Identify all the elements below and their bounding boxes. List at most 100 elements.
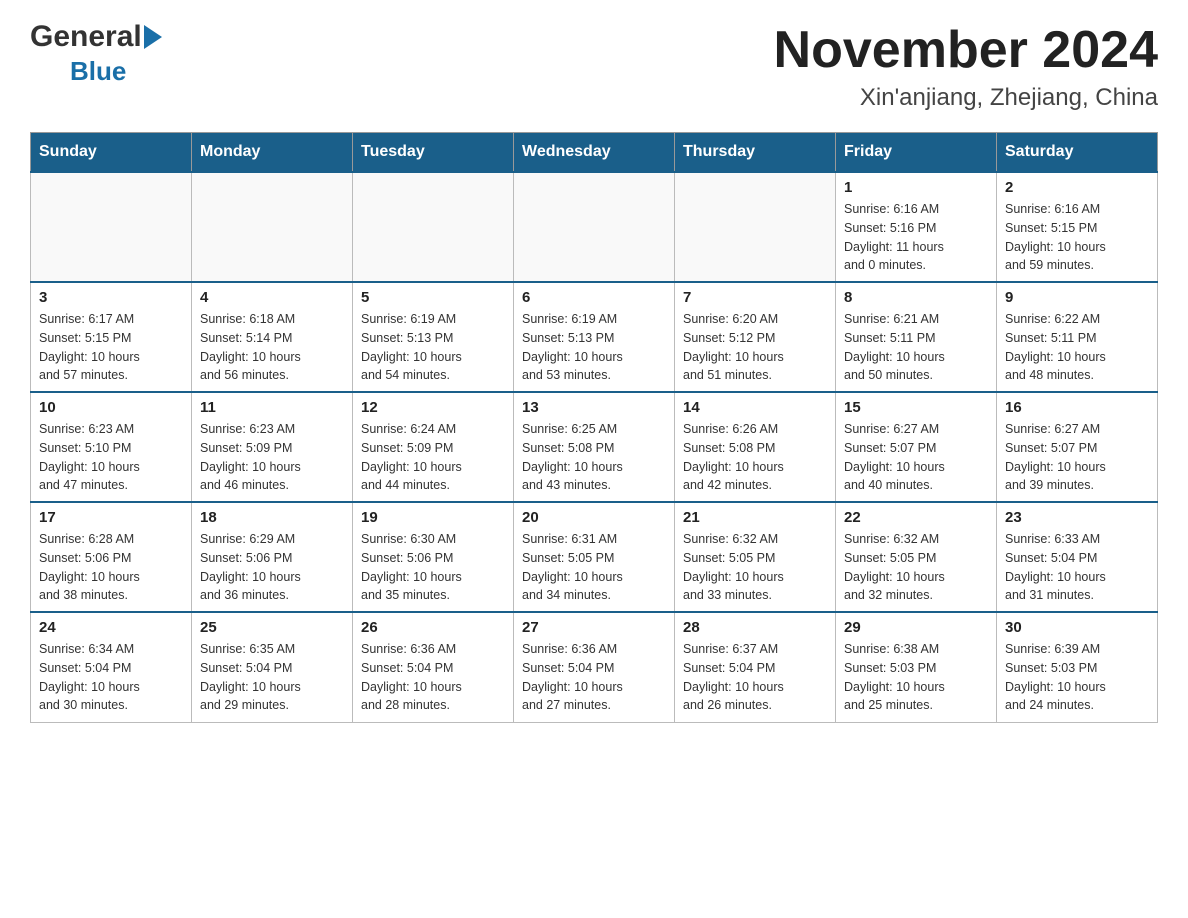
day-number: 30 xyxy=(1005,619,1149,636)
day-info: Sunrise: 6:19 AM Sunset: 5:13 PM Dayligh… xyxy=(522,310,666,385)
calendar-week-4: 17Sunrise: 6:28 AM Sunset: 5:06 PM Dayli… xyxy=(31,502,1158,612)
day-number: 27 xyxy=(522,619,666,636)
calendar-cell: 15Sunrise: 6:27 AM Sunset: 5:07 PM Dayli… xyxy=(836,392,997,502)
day-info: Sunrise: 6:23 AM Sunset: 5:09 PM Dayligh… xyxy=(200,420,344,495)
logo-arrow-icon xyxy=(144,25,162,49)
day-info: Sunrise: 6:16 AM Sunset: 5:16 PM Dayligh… xyxy=(844,200,988,275)
day-number: 20 xyxy=(522,509,666,526)
calendar-cell: 8Sunrise: 6:21 AM Sunset: 5:11 PM Daylig… xyxy=(836,282,997,392)
day-number: 12 xyxy=(361,399,505,416)
day-number: 1 xyxy=(844,179,988,196)
calendar-week-5: 24 Sunrise: 6:34 AM Sunset: 5:04 PM Dayli… xyxy=(31,612,1158,722)
day-info: Sunrise: 6:30 AM Sunset: 5:06 PM Dayligh… xyxy=(361,530,505,605)
calendar-cell xyxy=(31,172,192,282)
calendar-cell: 5 Sunrise: 6:19 AM Sunset: 5:13 PM Daylig… xyxy=(353,282,514,392)
day-info: Sunrise: 6:27 AM Sunset: 5:07 PM Dayligh… xyxy=(1005,420,1149,495)
calendar-cell: 20Sunrise: 6:31 AM Sunset: 5:05 PM Dayli… xyxy=(514,502,675,612)
weekday-header-row: SundayMondayTuesdayWednesdayThursdayFrid… xyxy=(31,133,1158,173)
day-number: 29 xyxy=(844,619,988,636)
weekday-header-wednesday: Wednesday xyxy=(514,133,675,173)
calendar-cell xyxy=(353,172,514,282)
day-info: Sunrise: 6:29 AM Sunset: 5:06 PM Dayligh… xyxy=(200,530,344,605)
calendar-cell: 24 Sunrise: 6:34 AM Sunset: 5:04 PM Dayli… xyxy=(31,612,192,722)
weekday-header-thursday: Thursday xyxy=(675,133,836,173)
day-number: 7 xyxy=(683,289,827,306)
calendar-cell: 30 Sunrise: 6:39 AM Sunset: 5:03 PM Dayli… xyxy=(997,612,1158,722)
day-info: Sunrise: 6:26 AM Sunset: 5:08 PM Dayligh… xyxy=(683,420,827,495)
day-number: 22 xyxy=(844,509,988,526)
day-info: Sunrise: 6:32 AM Sunset: 5:05 PM Dayligh… xyxy=(844,530,988,605)
day-info: Sunrise: 6:22 AM Sunset: 5:11 PM Dayligh… xyxy=(1005,310,1149,385)
calendar-cell: 28Sunrise: 6:37 AM Sunset: 5:04 PM Dayli… xyxy=(675,612,836,722)
calendar-cell: 13 Sunrise: 6:25 AM Sunset: 5:08 PM Dayli… xyxy=(514,392,675,502)
day-number: 25 xyxy=(200,619,344,636)
weekday-header-friday: Friday xyxy=(836,133,997,173)
logo-general-text: General xyxy=(30,20,142,54)
day-number: 6 xyxy=(522,289,666,306)
day-number: 18 xyxy=(200,509,344,526)
day-number: 5 xyxy=(361,289,505,306)
page-header: General Blue November 2024 Xin'anjiang, … xyxy=(30,20,1158,112)
calendar-cell: 21Sunrise: 6:32 AM Sunset: 5:05 PM Dayli… xyxy=(675,502,836,612)
calendar-week-2: 3Sunrise: 6:17 AM Sunset: 5:15 PM Daylig… xyxy=(31,282,1158,392)
day-info: Sunrise: 6:20 AM Sunset: 5:12 PM Dayligh… xyxy=(683,310,827,385)
calendar-cell: 7 Sunrise: 6:20 AM Sunset: 5:12 PM Daylig… xyxy=(675,282,836,392)
calendar-cell xyxy=(675,172,836,282)
calendar-cell: 11 Sunrise: 6:23 AM Sunset: 5:09 PM Dayli… xyxy=(192,392,353,502)
day-number: 28 xyxy=(683,619,827,636)
day-number: 8 xyxy=(844,289,988,306)
calendar-cell: 22 Sunrise: 6:32 AM Sunset: 5:05 PM Dayli… xyxy=(836,502,997,612)
logo: General Blue xyxy=(30,20,162,87)
day-info: Sunrise: 6:34 AM Sunset: 5:04 PM Dayligh… xyxy=(39,640,183,715)
calendar-cell: 6 Sunrise: 6:19 AM Sunset: 5:13 PM Daylig… xyxy=(514,282,675,392)
calendar-cell: 9 Sunrise: 6:22 AM Sunset: 5:11 PM Daylig… xyxy=(997,282,1158,392)
calendar-cell: 10Sunrise: 6:23 AM Sunset: 5:10 PM Dayli… xyxy=(31,392,192,502)
day-number: 2 xyxy=(1005,179,1149,196)
calendar-cell: 4 Sunrise: 6:18 AM Sunset: 5:14 PM Daylig… xyxy=(192,282,353,392)
day-info: Sunrise: 6:36 AM Sunset: 5:04 PM Dayligh… xyxy=(522,640,666,715)
title-section: November 2024 Xin'anjiang, Zhejiang, Chi… xyxy=(774,20,1158,112)
calendar-cell: 14Sunrise: 6:26 AM Sunset: 5:08 PM Dayli… xyxy=(675,392,836,502)
day-info: Sunrise: 6:38 AM Sunset: 5:03 PM Dayligh… xyxy=(844,640,988,715)
day-info: Sunrise: 6:18 AM Sunset: 5:14 PM Dayligh… xyxy=(200,310,344,385)
calendar-cell: 26 Sunrise: 6:36 AM Sunset: 5:04 PM Dayli… xyxy=(353,612,514,722)
calendar-cell: 17Sunrise: 6:28 AM Sunset: 5:06 PM Dayli… xyxy=(31,502,192,612)
day-number: 4 xyxy=(200,289,344,306)
calendar-cell: 3Sunrise: 6:17 AM Sunset: 5:15 PM Daylig… xyxy=(31,282,192,392)
day-info: Sunrise: 6:36 AM Sunset: 5:04 PM Dayligh… xyxy=(361,640,505,715)
day-number: 11 xyxy=(200,399,344,416)
day-info: Sunrise: 6:35 AM Sunset: 5:04 PM Dayligh… xyxy=(200,640,344,715)
day-number: 9 xyxy=(1005,289,1149,306)
day-number: 21 xyxy=(683,509,827,526)
calendar-cell xyxy=(514,172,675,282)
day-number: 16 xyxy=(1005,399,1149,416)
logo-blue-text: Blue xyxy=(30,56,126,87)
day-info: Sunrise: 6:39 AM Sunset: 5:03 PM Dayligh… xyxy=(1005,640,1149,715)
calendar-cell: 29 Sunrise: 6:38 AM Sunset: 5:03 PM Dayli… xyxy=(836,612,997,722)
day-number: 17 xyxy=(39,509,183,526)
location-title: Xin'anjiang, Zhejiang, China xyxy=(774,84,1158,112)
day-info: Sunrise: 6:19 AM Sunset: 5:13 PM Dayligh… xyxy=(361,310,505,385)
month-title: November 2024 xyxy=(774,20,1158,80)
weekday-header-saturday: Saturday xyxy=(997,133,1158,173)
calendar-cell: 16 Sunrise: 6:27 AM Sunset: 5:07 PM Dayli… xyxy=(997,392,1158,502)
calendar-cell: 25 Sunrise: 6:35 AM Sunset: 5:04 PM Dayli… xyxy=(192,612,353,722)
calendar-cell: 18 Sunrise: 6:29 AM Sunset: 5:06 PM Dayli… xyxy=(192,502,353,612)
day-info: Sunrise: 6:27 AM Sunset: 5:07 PM Dayligh… xyxy=(844,420,988,495)
calendar-cell: 19 Sunrise: 6:30 AM Sunset: 5:06 PM Dayli… xyxy=(353,502,514,612)
day-info: Sunrise: 6:23 AM Sunset: 5:10 PM Dayligh… xyxy=(39,420,183,495)
day-number: 24 xyxy=(39,619,183,636)
day-info: Sunrise: 6:25 AM Sunset: 5:08 PM Dayligh… xyxy=(522,420,666,495)
weekday-header-sunday: Sunday xyxy=(31,133,192,173)
day-number: 3 xyxy=(39,289,183,306)
calendar-week-1: 1 Sunrise: 6:16 AM Sunset: 5:16 PM Daylig… xyxy=(31,172,1158,282)
day-number: 26 xyxy=(361,619,505,636)
calendar-week-3: 10Sunrise: 6:23 AM Sunset: 5:10 PM Dayli… xyxy=(31,392,1158,502)
calendar-cell: 1 Sunrise: 6:16 AM Sunset: 5:16 PM Daylig… xyxy=(836,172,997,282)
day-number: 23 xyxy=(1005,509,1149,526)
calendar-table: SundayMondayTuesdayWednesdayThursdayFrid… xyxy=(30,132,1158,723)
calendar-cell: 23Sunrise: 6:33 AM Sunset: 5:04 PM Dayli… xyxy=(997,502,1158,612)
weekday-header-tuesday: Tuesday xyxy=(353,133,514,173)
day-number: 13 xyxy=(522,399,666,416)
day-number: 19 xyxy=(361,509,505,526)
